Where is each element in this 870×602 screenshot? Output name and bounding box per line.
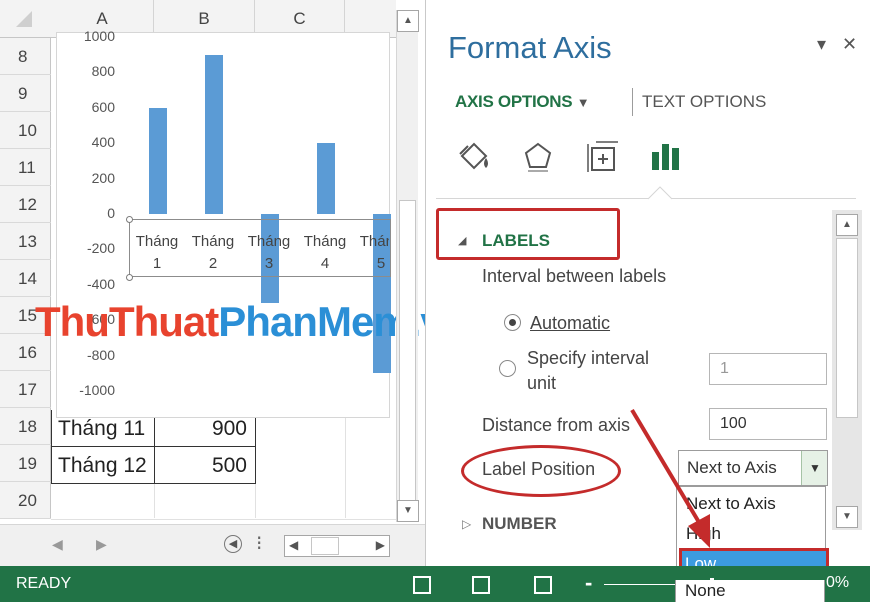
dropdown-overflow: None <box>675 580 825 602</box>
status-text: READY <box>16 575 72 592</box>
page-break-icon[interactable] <box>534 576 552 594</box>
zoom-percentage[interactable]: 0% <box>826 574 849 592</box>
page-layout-icon[interactable] <box>472 576 490 594</box>
normal-view-icon[interactable] <box>413 576 431 594</box>
annotation-arrow <box>630 408 710 548</box>
zoom-out-icon[interactable]: - <box>585 570 592 596</box>
option-none[interactable]: None <box>682 578 822 600</box>
